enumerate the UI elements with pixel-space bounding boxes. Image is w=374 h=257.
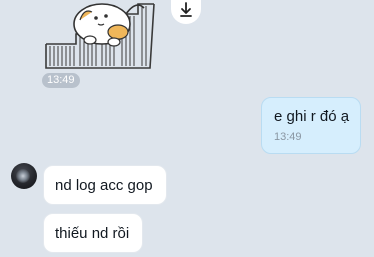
outgoing-message-text: e ghi r đó ạ xyxy=(274,108,350,125)
download-icon xyxy=(179,2,193,23)
sticker-timestamp: 13:49 xyxy=(42,73,80,88)
chat-conversation: 13:49 e ghi r đó ạ 13:49 nd log acc gop … xyxy=(0,0,374,257)
download-button[interactable] xyxy=(171,0,201,24)
incoming-message-bubble[interactable]: nd log acc gop xyxy=(43,165,167,205)
avatar-image xyxy=(16,169,30,183)
incoming-message-text: nd log acc gop xyxy=(55,176,153,194)
avatar[interactable] xyxy=(11,163,37,189)
incoming-message-bubble[interactable]: thiếu nd rồi xyxy=(43,213,143,253)
outgoing-message-timestamp: 13:49 xyxy=(274,131,302,143)
incoming-message-text: thiếu nd rồi xyxy=(55,224,130,242)
cat-sticker-icon[interactable] xyxy=(40,0,158,70)
outgoing-message-bubble[interactable]: e ghi r đó ạ 13:49 xyxy=(261,97,361,154)
